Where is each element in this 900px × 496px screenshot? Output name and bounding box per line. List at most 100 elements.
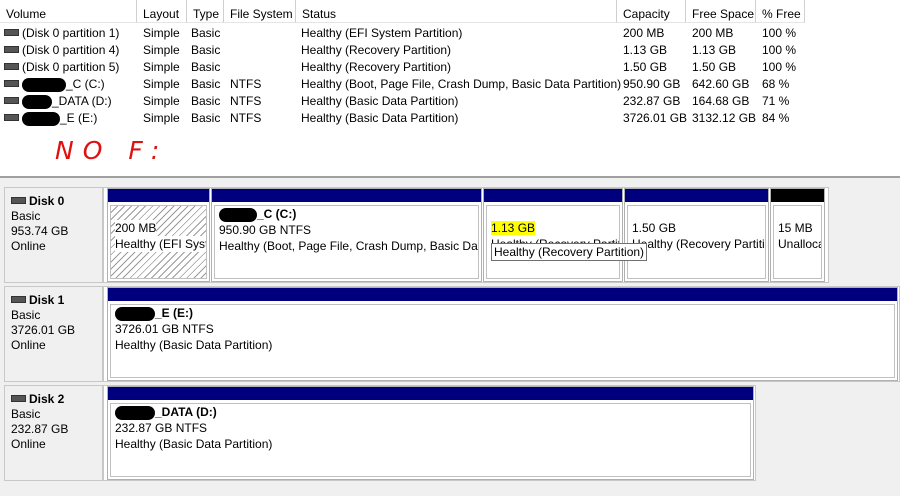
volume-pct-free: 68 % [762,77,790,91]
volume-row[interactable]: (Disk 0 partition 4) Simple Basic Health… [0,42,900,59]
partition-status: Healthy (EFI System Partition) [115,236,206,252]
column-header-status[interactable]: Status [296,0,617,23]
partition-recovery-1[interactable]: 1.13 GB Healthy (Recovery Partition) [483,188,623,282]
disk-2-partitions: _DATA (D:) 232.87 GB NTFS Healthy (Basic… [103,385,756,481]
volume-name: _DATA (D:) [52,94,112,108]
partition-bar [625,189,768,202]
partition-d[interactable]: _DATA (D:) 232.87 GB NTFS Healthy (Basic… [107,386,754,480]
volume-status: Healthy (Basic Data Partition) [301,94,459,108]
redaction-mark [219,207,257,222]
partition-status: Healthy (Basic Data Partition) [115,437,273,451]
volume-layout: Simple [143,43,180,57]
disk-type: Basic [11,209,41,223]
volume-list: Volume Layout Type File System Status Ca… [0,0,900,176]
partition-size: 200 MB [115,220,157,236]
partition-status: Healthy (Basic Data Partition) [115,338,273,352]
partition-status: Healthy (Boot, Page File, Crash Dump, Ba… [219,239,478,253]
partition-name: _E (E:) [155,306,194,320]
volume-layout: Simple [143,26,180,40]
column-header-free-space[interactable]: Free Space [686,0,756,23]
disk-state: Online [11,437,46,451]
partition-size: 1.13 GB [491,221,536,235]
partition-bar [771,189,824,202]
partition-recovery-2[interactable]: 1.50 GB Healthy (Recovery Partition) [624,188,769,282]
volume-icon [4,114,19,122]
volume-name: (Disk 0 partition 5) [22,60,120,74]
volume-pct-free: 84 % [762,111,790,125]
disk-icon [11,296,26,304]
disk-state: Online [11,338,46,352]
volume-free: 3132.12 GB [692,111,757,125]
volume-type: Basic [191,94,221,108]
volume-status: Healthy (Recovery Partition) [301,60,452,74]
volume-type: Basic [191,77,221,91]
partition-size: 3726.01 GB NTFS [115,322,214,336]
volume-type: Basic [191,111,221,125]
disk-type: Basic [11,407,41,421]
volume-layout: Simple [143,111,180,125]
column-header-file-system[interactable]: File System [224,0,296,23]
volume-free: 164.68 GB [692,94,750,108]
volume-free: 200 MB [692,26,734,40]
volume-status: Healthy (EFI System Partition) [301,26,463,40]
partition-status: Healthy (Recovery Partition) [632,237,765,251]
volume-icon [4,80,19,88]
partition-size: 15 MB [778,221,813,235]
disk-title: Disk 2 [29,392,65,406]
volume-pct-free: 100 % [762,60,797,74]
volume-type: Basic [191,43,221,57]
partition-c[interactable]: _C (C:) 950.90 GB NTFS Healthy (Boot, Pa… [211,188,482,282]
disk-0-partitions: 200 MB Healthy (EFI System Partition) _C… [103,187,829,283]
volume-row[interactable]: (Disk 0 partition 1) Simple Basic Health… [0,25,900,42]
redaction-mark [115,306,155,321]
column-header-percent-free[interactable]: % Free [756,0,805,23]
volume-capacity: 1.50 GB [623,60,668,74]
partition-name: _C (C:) [257,207,297,221]
volume-row[interactable]: _DATA (D:) Simple Basic NTFS Healthy (Ba… [0,93,900,110]
partition-bar [484,189,622,202]
partition-bar [108,189,209,202]
volume-pct-free: 100 % [762,26,797,40]
partition-bar [108,288,897,301]
disk-1-info[interactable]: Disk 1 Basic 3726.01 GB Online [4,286,103,382]
disk-size: 232.87 GB [11,422,69,436]
column-header-layout[interactable]: Layout [137,0,187,23]
handwritten-annotation: NO F: [55,136,169,165]
volume-free: 1.13 GB [692,43,737,57]
volume-layout: Simple [143,60,180,74]
partition-efi[interactable]: 200 MB Healthy (EFI System Partition) [107,188,210,282]
volume-capacity: 232.87 GB [623,94,681,108]
volume-capacity: 950.90 GB [623,77,681,91]
disk-size: 3726.01 GB [11,323,76,337]
volume-row[interactable]: _E (E:) Simple Basic NTFS Healthy (Basic… [0,110,900,127]
column-header-capacity[interactable]: Capacity [617,0,686,23]
volume-status: Healthy (Boot, Page File, Crash Dump, Ba… [301,77,622,91]
volume-capacity: 3726.01 GB [623,111,688,125]
disk-title: Disk 0 [29,194,65,208]
disk-graphical-view: Disk 0 Basic 953.74 GB Online 200 MB Hea… [0,176,900,496]
volume-icon [4,46,19,54]
volume-icon [4,63,19,71]
disk-state: Online [11,239,46,253]
disk-type: Basic [11,308,41,322]
redaction-mark [22,94,52,109]
partition-e[interactable]: _E (E:) 3726.01 GB NTFS Healthy (Basic D… [107,287,898,381]
redaction-mark [22,77,66,92]
disk-2-info[interactable]: Disk 2 Basic 232.87 GB Online [4,385,103,481]
disk-0-info[interactable]: Disk 0 Basic 953.74 GB Online [4,187,103,283]
partition-size: 950.90 GB NTFS [219,223,312,237]
volume-type: Basic [191,26,221,40]
column-header-type[interactable]: Type [187,0,224,23]
volume-type: Basic [191,60,221,74]
volume-capacity: 1.13 GB [623,43,668,57]
partition-name: _DATA (D:) [155,405,217,419]
volume-pct-free: 100 % [762,43,797,57]
partition-unallocated[interactable]: 15 MB Unallocated [770,188,825,282]
partition-status: Unallocated [778,237,821,251]
volume-row[interactable]: (Disk 0 partition 5) Simple Basic Health… [0,59,900,76]
volume-fs: NTFS [230,94,262,108]
volume-row[interactable]: _C (C:) Simple Basic NTFS Healthy (Boot,… [0,76,900,93]
column-header-volume[interactable]: Volume [0,0,137,23]
partition-bar [108,387,753,400]
redaction-mark [22,111,60,126]
